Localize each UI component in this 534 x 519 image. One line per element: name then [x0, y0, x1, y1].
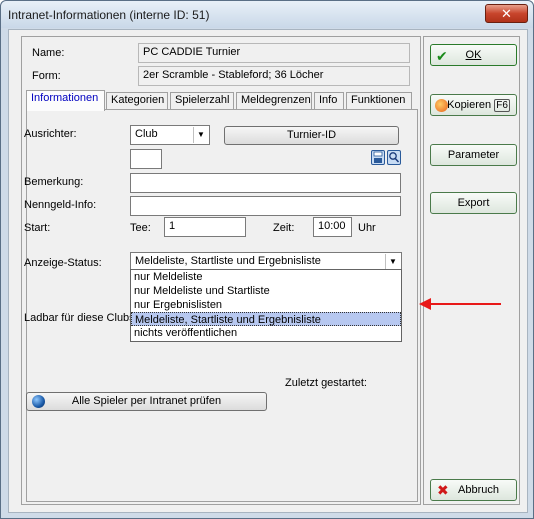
kopieren-shortcut: F6: [494, 99, 510, 112]
check-icon: ✔: [436, 48, 448, 64]
save-icon[interactable]: [371, 150, 385, 165]
ladbar-label: Ladbar für diese Clubs: [24, 312, 135, 324]
bemerkung-label: Bemerkung:: [24, 176, 84, 188]
tab-strip: Informationen Kategorien Spielerzahl Mel…: [26, 90, 418, 111]
anzeige-status-label: Anzeige-Status:: [24, 257, 102, 269]
annotation-arrow: [429, 303, 501, 305]
nenngeld-label: Nenngeld-Info:: [24, 199, 97, 211]
dropdown-option[interactable]: nur Ergebnislisten: [131, 298, 401, 312]
export-button[interactable]: Export: [430, 192, 517, 214]
tee-input[interactable]: 1: [164, 217, 246, 237]
name-field: PC CADDIE Turnier: [138, 43, 410, 63]
ok-button[interactable]: ✔ OK: [430, 44, 517, 66]
anzeige-status-dropdown-list: nur Meldeliste nur Meldeliste und Startl…: [130, 269, 402, 342]
tab-kategorien[interactable]: Kategorien: [106, 92, 168, 110]
parameter-button[interactable]: Parameter: [430, 144, 517, 166]
tab-info[interactable]: Info: [314, 92, 344, 110]
pruefen-button-label: Alle Spieler per Intranet prüfen: [71, 395, 222, 407]
zeit-label: Zeit:: [273, 222, 295, 234]
anzeige-status-value: Meldeliste, Startliste und Ergebnisliste: [135, 255, 321, 267]
tab-spielerzahl[interactable]: Spielerzahl: [170, 92, 234, 110]
search-icon[interactable]: [387, 150, 401, 165]
dropdown-option-selected[interactable]: Meldeliste, Startliste und Ergebnisliste: [131, 312, 401, 326]
zeit-input[interactable]: 10:00: [313, 217, 352, 237]
name-label: Name:: [32, 47, 65, 59]
form-field: 2er Scramble - Stableford; 36 Löcher: [138, 66, 410, 86]
title-bar[interactable]: Intranet-Informationen (interne ID: 51) …: [1, 1, 533, 28]
dropdown-option[interactable]: nur Meldeliste und Startliste: [131, 284, 401, 298]
start-label: Start:: [24, 222, 51, 234]
cancel-icon: ✖: [437, 482, 449, 498]
window-title: Intranet-Informationen (interne ID: 51): [8, 8, 210, 22]
nenngeld-input[interactable]: [130, 196, 401, 216]
abbruch-button[interactable]: ✖ Abbruch: [430, 479, 517, 501]
tab-meldegrenzen[interactable]: Meldegrenzen: [236, 92, 312, 110]
kopieren-button[interactable]: Kopieren F6: [430, 94, 517, 116]
copy-icon: [435, 99, 448, 112]
pruefen-button[interactable]: Alle Spieler per Intranet prüfen: [26, 392, 267, 411]
abbruch-label: Abbruch: [458, 484, 499, 496]
tee-label: Tee:: [130, 222, 151, 234]
bemerkung-input[interactable]: [130, 173, 401, 193]
chevron-down-icon[interactable]: ▼: [385, 254, 400, 270]
ausrichter-select[interactable]: Club ▼: [130, 125, 210, 145]
zuletzt-gestartet-label: Zuletzt gestartet:: [285, 377, 367, 389]
ausrichter-value: Club: [135, 128, 158, 140]
ok-label: OK: [465, 49, 482, 61]
chevron-down-icon[interactable]: ▼: [193, 127, 208, 143]
ausrichter-code-input[interactable]: [130, 149, 162, 169]
kopieren-label: Kopieren: [447, 99, 492, 111]
ausrichter-label: Ausrichter:: [24, 128, 77, 140]
turnier-id-button[interactable]: Turnier-ID: [224, 126, 399, 145]
dropdown-option[interactable]: nichts veröffentlichen: [131, 326, 401, 340]
form-label: Form:: [32, 70, 61, 82]
tab-informationen[interactable]: Informationen: [26, 90, 105, 111]
close-button[interactable]: ✕: [485, 4, 528, 23]
dialog-window: Intranet-Informationen (interne ID: 51) …: [0, 0, 534, 519]
tab-funktionen[interactable]: Funktionen: [346, 92, 412, 110]
action-panel: ✔ OK Kopieren F6 Parameter Export ✖ Abbr…: [423, 36, 520, 505]
uhr-label: Uhr: [358, 222, 376, 234]
dropdown-option[interactable]: nur Meldeliste: [131, 270, 401, 284]
globe-icon: [32, 395, 45, 408]
